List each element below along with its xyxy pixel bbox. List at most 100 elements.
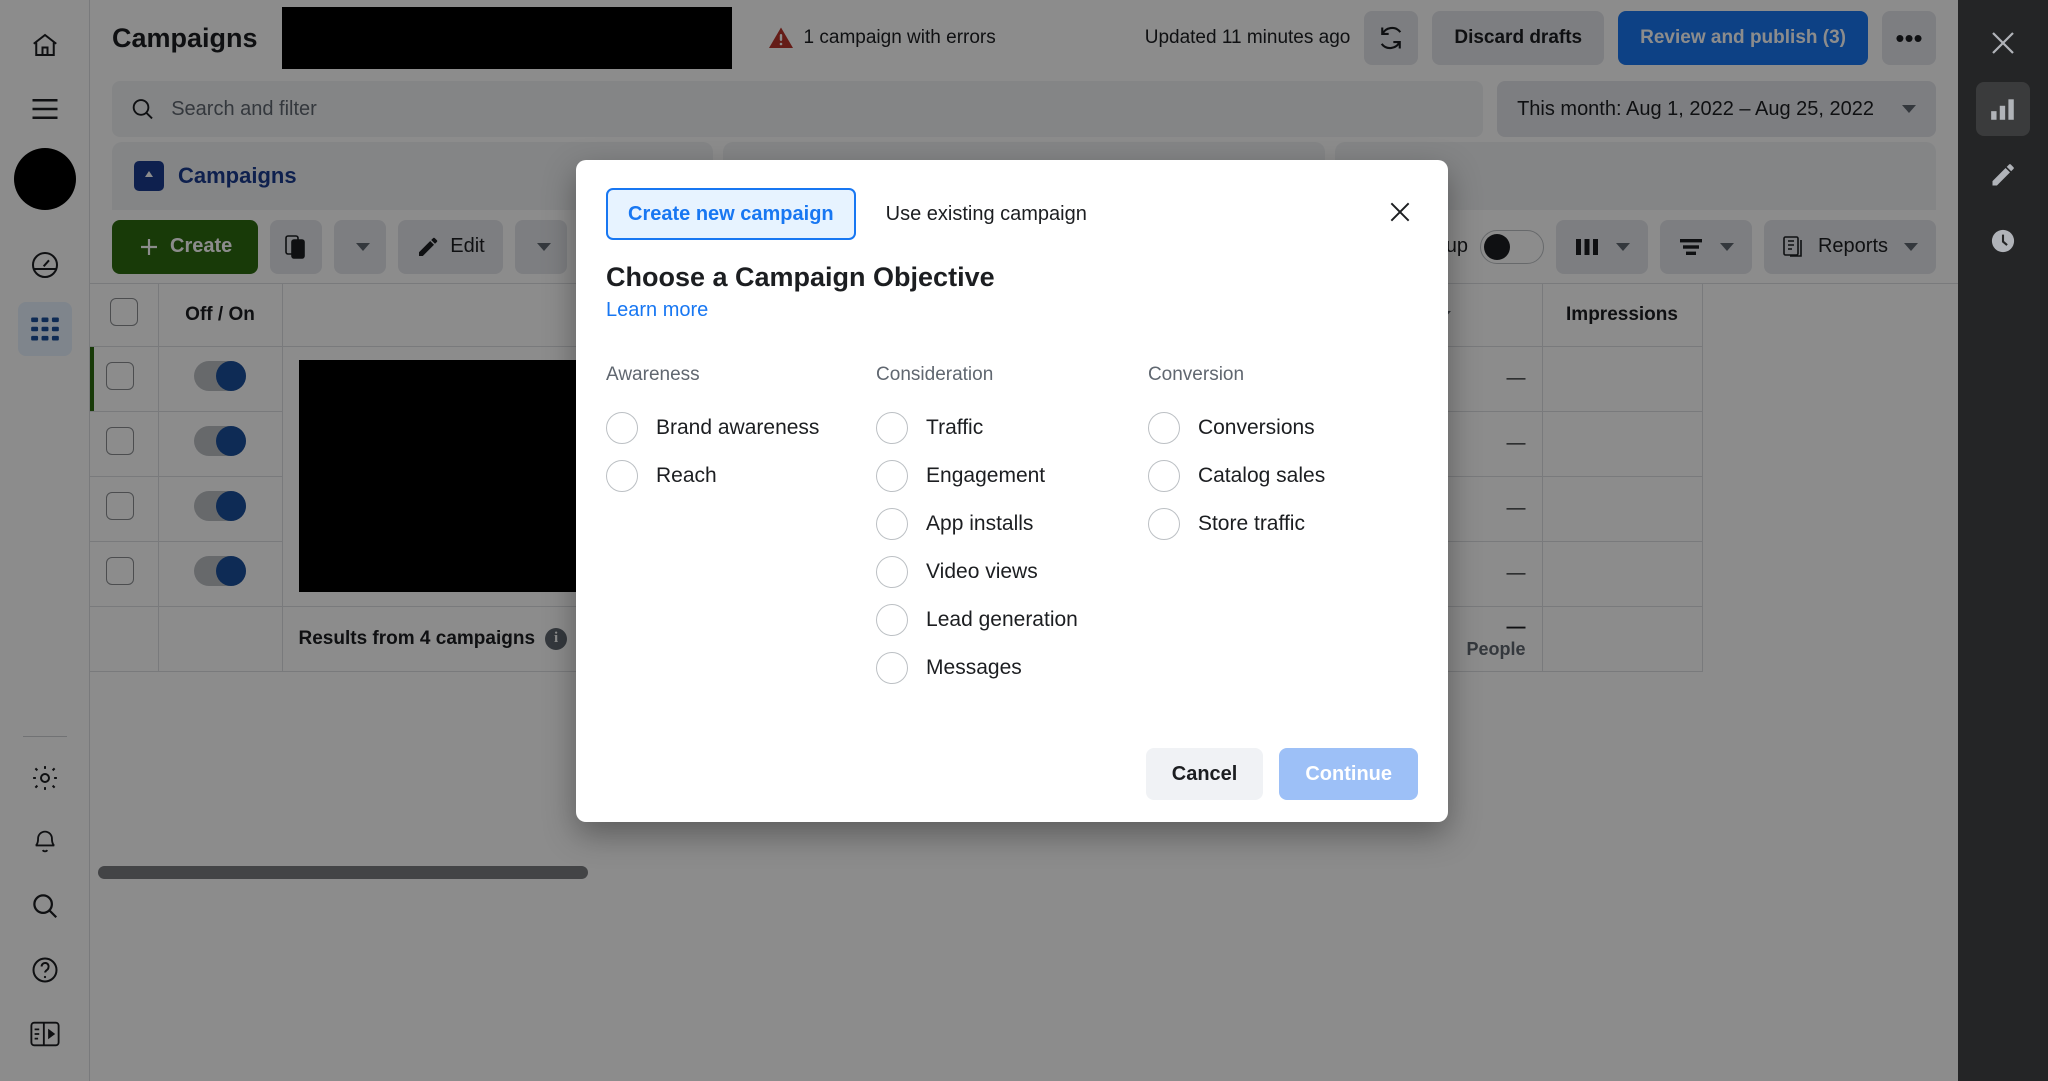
breakdown-button[interactable] (1660, 220, 1752, 274)
row-toggle-cell (158, 346, 282, 411)
table-grid-icon[interactable] (18, 302, 72, 356)
objective-option-label: Brand awareness (656, 416, 819, 440)
row-onoff-toggle[interactable] (194, 491, 246, 521)
account-avatar[interactable] (14, 148, 76, 210)
total-label-text: Results from 4 campaigns (299, 628, 536, 650)
modal-footer: Cancel Continue (606, 748, 1418, 800)
select-all-checkbox[interactable] (110, 298, 138, 326)
row-toggle-cell (158, 476, 282, 541)
row-onoff-toggle[interactable] (194, 361, 246, 391)
refresh-button[interactable] (1364, 11, 1418, 65)
radio-icon[interactable] (606, 460, 638, 492)
divider (23, 736, 67, 737)
search-filter-box[interactable] (112, 81, 1483, 137)
discard-drafts-button[interactable]: Discard drafts (1432, 11, 1604, 65)
info-icon[interactable]: i (545, 628, 567, 650)
learn-more-link[interactable]: Learn more (606, 299, 708, 322)
objective-option-lead-generation[interactable]: Lead generation (876, 596, 1148, 644)
objective-option-messages[interactable]: Messages (876, 644, 1148, 692)
objective-option-label: Catalog sales (1198, 464, 1325, 488)
objective-option-video-views[interactable]: Video views (876, 548, 1148, 596)
gear-icon[interactable] (18, 751, 72, 805)
warning-triangle-icon (768, 26, 794, 50)
objective-option-traffic[interactable]: Traffic (876, 404, 1148, 452)
continue-button[interactable]: Continue (1279, 748, 1418, 800)
row-checkbox[interactable] (106, 492, 134, 520)
objective-option-conversions[interactable]: Conversions (1148, 404, 1418, 452)
objective-option-label: Traffic (926, 416, 983, 440)
row-checkbox[interactable] (106, 427, 134, 455)
edit-dropdown-button[interactable] (515, 220, 567, 274)
objective-option-catalog-sales[interactable]: Catalog sales (1148, 452, 1418, 500)
row-select-cell (90, 541, 158, 606)
account-name-redaction (282, 7, 732, 69)
close-icon[interactable] (1378, 190, 1422, 234)
objective-group-heading: Consideration (876, 364, 1148, 386)
radio-icon[interactable] (876, 460, 908, 492)
row-impressions (1542, 476, 1702, 541)
reports-button-label: Reports (1818, 235, 1888, 258)
objective-option-store-traffic[interactable]: Store traffic (1148, 500, 1418, 548)
more-options-button[interactable]: ••• (1882, 11, 1936, 65)
duplicate-dropdown-button[interactable] (334, 220, 386, 274)
search-input[interactable] (171, 98, 1465, 121)
radio-icon[interactable] (876, 652, 908, 684)
row-checkbox[interactable] (106, 557, 134, 585)
bell-icon[interactable] (18, 815, 72, 869)
pencil-icon[interactable] (1976, 148, 2030, 202)
search-icon (130, 96, 155, 122)
clock-icon[interactable] (1976, 214, 2030, 268)
row-toggle-cell (158, 411, 282, 476)
objective-option-engagement[interactable]: Engagement (876, 452, 1148, 500)
row-toggle-cell (158, 541, 282, 606)
radio-icon[interactable] (1148, 508, 1180, 540)
home-icon[interactable] (18, 18, 72, 72)
row-onoff-toggle[interactable] (194, 556, 246, 586)
chevron-down-icon (1902, 105, 1916, 113)
review-and-publish-button[interactable]: Review and publish (3) (1618, 11, 1868, 65)
objective-option-reach[interactable]: Reach (606, 452, 876, 500)
radio-icon[interactable] (1148, 412, 1180, 444)
radio-icon[interactable] (606, 412, 638, 444)
edit-button[interactable]: Edit (398, 220, 502, 274)
app-root: Campaigns 1 campaign with errors Updated… (0, 0, 2048, 1081)
campaigns-folder-icon (134, 161, 164, 191)
horizontal-scrollbar[interactable] (90, 861, 1958, 883)
refresh-icon (1377, 24, 1405, 52)
radio-icon[interactable] (876, 508, 908, 540)
search-icon[interactable] (18, 879, 72, 933)
header-off-on: Off / On (158, 284, 282, 346)
chevron-down-icon (1904, 243, 1918, 251)
row-impressions (1542, 346, 1702, 411)
radio-icon[interactable] (876, 556, 908, 588)
cancel-button[interactable]: Cancel (1146, 748, 1264, 800)
objective-column-awareness: Awareness Brand awareness Reach (606, 364, 876, 692)
radio-icon[interactable] (876, 604, 908, 636)
tab-use-existing-campaign[interactable]: Use existing campaign (864, 188, 1109, 240)
columns-button[interactable] (1556, 220, 1648, 274)
create-button[interactable]: Create (112, 220, 258, 274)
objective-option-app-installs[interactable]: App installs (876, 500, 1148, 548)
reports-button[interactable]: Reports (1764, 220, 1936, 274)
top-header: Campaigns 1 campaign with errors Updated… (90, 0, 1958, 76)
search-row: This month: Aug 1, 2022 – Aug 25, 2022 (90, 76, 1958, 142)
radio-icon[interactable] (876, 412, 908, 444)
objective-option-brand-awareness[interactable]: Brand awareness (606, 404, 876, 452)
menu-icon[interactable] (18, 82, 72, 136)
performance-gauge-icon[interactable] (18, 238, 72, 292)
panel-toggle-icon[interactable] (18, 1007, 72, 1061)
close-icon[interactable] (1976, 16, 2030, 70)
error-notice[interactable]: 1 campaign with errors (768, 26, 996, 50)
scrollbar-thumb[interactable] (98, 866, 588, 879)
setup-toggle[interactable] (1480, 230, 1544, 264)
plus-icon (138, 236, 160, 258)
radio-icon[interactable] (1148, 460, 1180, 492)
objective-option-label: Reach (656, 464, 717, 488)
tab-create-new-campaign[interactable]: Create new campaign (606, 188, 856, 240)
row-checkbox[interactable] (106, 362, 134, 390)
date-range-selector[interactable]: This month: Aug 1, 2022 – Aug 25, 2022 (1497, 81, 1936, 137)
duplicate-button[interactable] (270, 220, 322, 274)
bar-chart-icon[interactable] (1976, 82, 2030, 136)
row-onoff-toggle[interactable] (194, 426, 246, 456)
help-icon[interactable] (18, 943, 72, 997)
